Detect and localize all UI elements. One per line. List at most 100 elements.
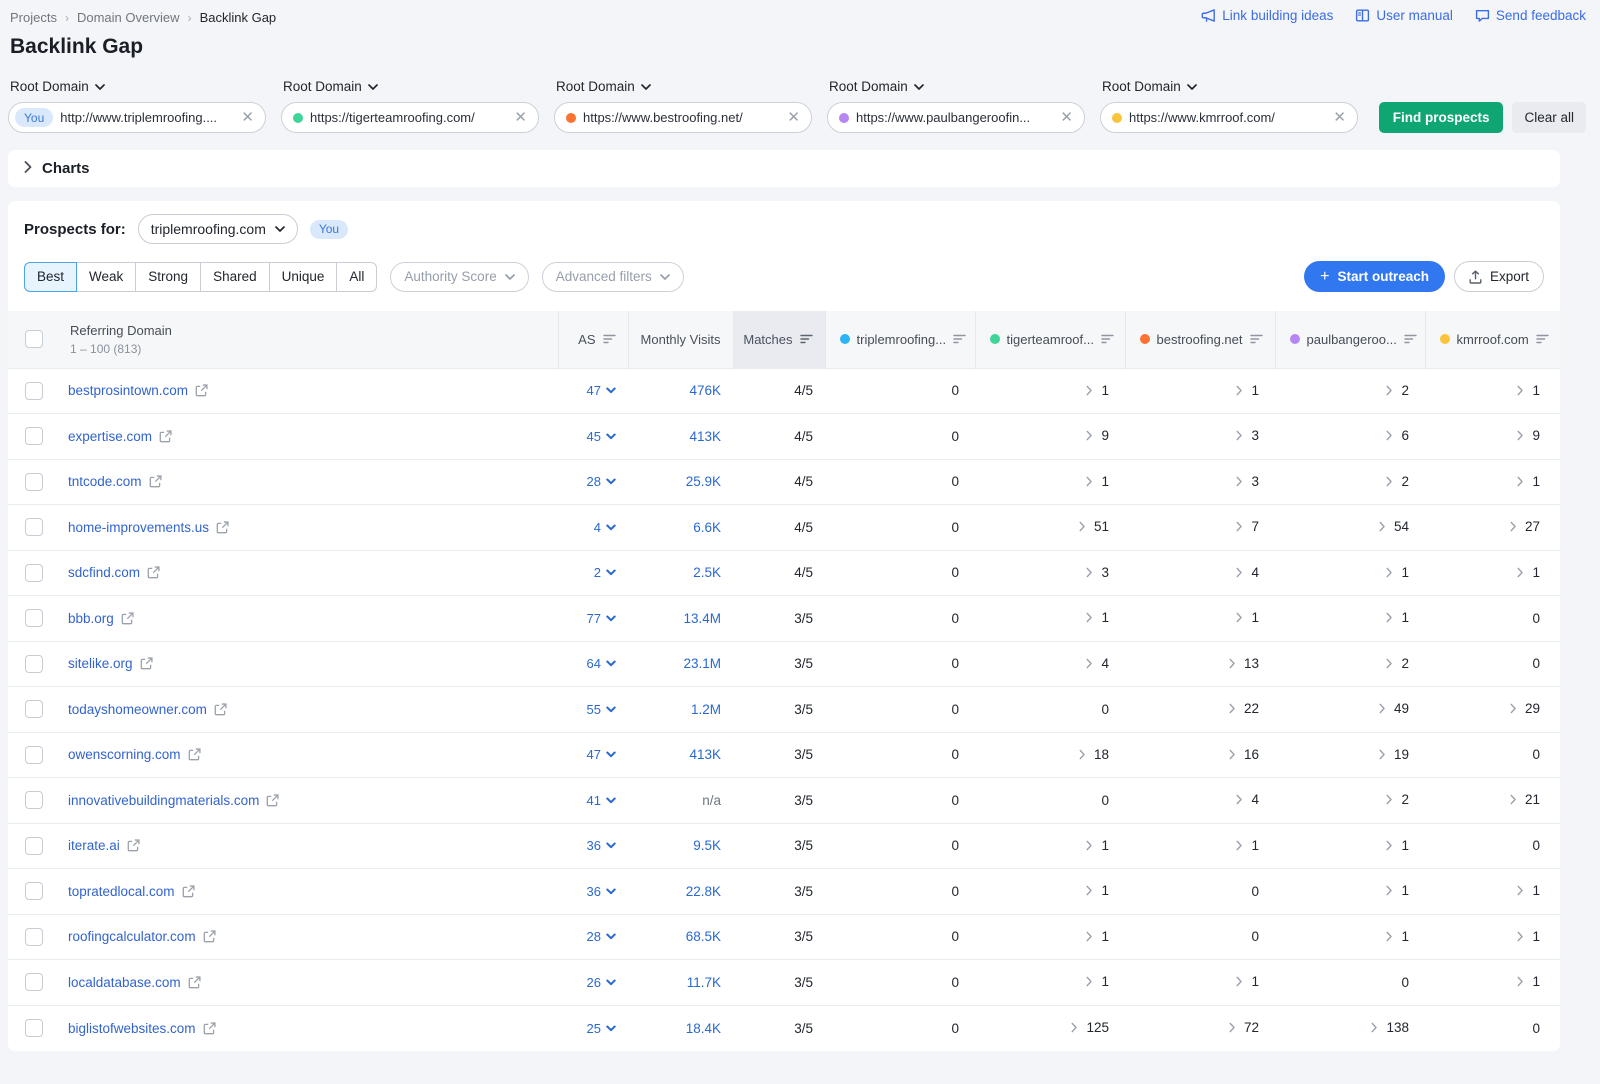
expand-chevron-icon[interactable] [1509,703,1518,714]
gap-count-cell[interactable]: 1 [1275,823,1425,869]
monthly-visits-value[interactable]: 18.4K [686,1021,721,1036]
monthly-visits-value[interactable]: 25.9K [686,474,721,489]
monthly-visits-value[interactable]: 1.2M [691,702,721,717]
chevron-down-icon[interactable] [606,933,616,940]
expand-chevron-icon[interactable] [1235,430,1244,441]
as-value[interactable]: 47 [587,747,601,762]
root-domain-dropdown[interactable]: Root Domain [283,79,539,94]
gap-count-cell[interactable]: 138 [1275,1005,1425,1051]
gap-count-cell[interactable]: 9 [975,414,1125,460]
gap-count-cell[interactable]: 1 [1125,960,1275,1006]
gap-count-cell[interactable]: 125 [975,1005,1125,1051]
gap-count-cell[interactable]: 4 [1125,778,1275,824]
remove-domain-icon[interactable]: ✕ [1332,110,1347,125]
gap-count-cell[interactable]: 3 [975,550,1125,596]
expand-chevron-icon[interactable] [1235,976,1244,987]
external-link-icon[interactable] [140,657,153,670]
chevron-down-icon[interactable] [606,478,616,485]
expand-chevron-icon[interactable] [1509,521,1518,532]
export-button[interactable]: Export [1454,261,1544,292]
domain-input[interactable]: You http://www.triplemroofing.... ✕ [8,102,266,133]
user-manual-link[interactable]: User manual [1355,8,1453,23]
authority-score-filter[interactable]: Authority Score [390,262,528,292]
as-value[interactable]: 64 [587,656,601,671]
expand-chevron-icon[interactable] [1085,612,1094,623]
referring-domain-link[interactable]: owenscorning.com [68,747,181,762]
gap-count-cell[interactable]: 9 [1425,414,1560,460]
expand-chevron-icon[interactable] [1228,658,1237,669]
expand-chevron-icon[interactable] [1228,1022,1237,1033]
find-prospects-button[interactable]: Find prospects [1379,102,1504,133]
as-value[interactable]: 26 [587,975,601,990]
expand-chevron-icon[interactable] [1516,931,1525,942]
monthly-visits-value[interactable]: 9.5K [693,838,721,853]
row-checkbox[interactable] [25,837,43,855]
referring-domain-link[interactable]: biglistofwebsites.com [68,1021,196,1036]
as-value[interactable]: 2 [594,565,601,580]
gap-count-cell[interactable]: 4 [1125,550,1275,596]
remove-domain-icon[interactable]: ✕ [240,110,255,125]
row-checkbox[interactable] [25,700,43,718]
monthly-visits-value[interactable]: 13.4M [683,611,721,626]
expand-chevron-icon[interactable] [1516,476,1525,487]
gap-count-cell[interactable]: 1 [975,459,1125,505]
monthly-visits-column-header[interactable]: Monthly Visits [629,332,733,347]
gap-count-cell[interactable]: 1 [1425,459,1560,505]
expand-chevron-icon[interactable] [1235,385,1244,396]
chevron-down-icon[interactable] [606,569,616,576]
expand-chevron-icon[interactable] [1085,976,1094,987]
gap-count-cell[interactable]: 21 [1425,778,1560,824]
clear-all-button[interactable]: Clear all [1512,102,1586,133]
as-value[interactable]: 77 [587,611,601,626]
gap-count-cell[interactable]: 1 [1425,368,1560,414]
expand-chevron-icon[interactable] [1078,749,1087,760]
expand-chevron-icon[interactable] [1516,567,1525,578]
expand-chevron-icon[interactable] [1385,840,1394,851]
sort-icon[interactable] [603,334,616,344]
expand-chevron-icon[interactable] [1235,794,1244,805]
external-link-icon[interactable] [188,976,201,989]
competitor-column-header[interactable]: triplemroofing... [826,332,975,347]
gap-count-cell[interactable]: 54 [1275,505,1425,551]
expand-chevron-icon[interactable] [1516,885,1525,896]
external-link-icon[interactable] [195,384,208,397]
tab-strong[interactable]: Strong [135,262,201,292]
external-link-icon[interactable] [203,930,216,943]
tab-best[interactable]: Best [24,262,77,292]
gap-count-cell[interactable]: 2 [1275,641,1425,687]
referring-domain-link[interactable]: sdcfind.com [68,565,140,580]
expand-chevron-icon[interactable] [1235,612,1244,623]
monthly-visits-value[interactable]: 413K [689,747,721,762]
row-checkbox[interactable] [25,791,43,809]
row-checkbox[interactable] [25,564,43,582]
gap-count-cell[interactable]: 51 [975,505,1125,551]
chevron-down-icon[interactable] [606,433,616,440]
gap-count-cell[interactable]: 1 [1125,596,1275,642]
charts-section-toggle[interactable]: Charts [8,150,1560,187]
chevron-down-icon[interactable] [606,797,616,804]
gap-count-cell[interactable]: 1 [1425,869,1560,915]
gap-count-cell[interactable]: 2 [1275,778,1425,824]
external-link-icon[interactable] [266,794,279,807]
chevron-down-icon[interactable] [606,387,616,394]
gap-count-cell[interactable]: 19 [1275,732,1425,778]
monthly-visits-value[interactable]: 413K [689,429,721,444]
referring-domain-link[interactable]: todayshomeowner.com [68,702,207,717]
gap-count-cell[interactable]: 1 [975,823,1125,869]
as-value[interactable]: 45 [587,429,601,444]
monthly-visits-value[interactable]: 23.1M [683,656,721,671]
remove-domain-icon[interactable]: ✕ [786,110,801,125]
competitor-column-header[interactable]: kmrroof.com [1426,332,1561,347]
external-link-icon[interactable] [149,475,162,488]
referring-domain-header[interactable]: Referring Domain [70,323,558,338]
expand-chevron-icon[interactable] [1385,567,1394,578]
gap-count-cell[interactable]: 3 [1125,459,1275,505]
expand-chevron-icon[interactable] [1378,521,1387,532]
expand-chevron-icon[interactable] [1385,612,1394,623]
gap-count-cell[interactable]: 2 [1275,459,1425,505]
expand-chevron-icon[interactable] [1085,567,1094,578]
domain-input[interactable]: https://www.bestroofing.net/ ✕ [554,102,812,133]
gap-count-cell[interactable]: 13 [1125,641,1275,687]
expand-chevron-icon[interactable] [1228,749,1237,760]
gap-count-cell[interactable]: 6 [1275,414,1425,460]
